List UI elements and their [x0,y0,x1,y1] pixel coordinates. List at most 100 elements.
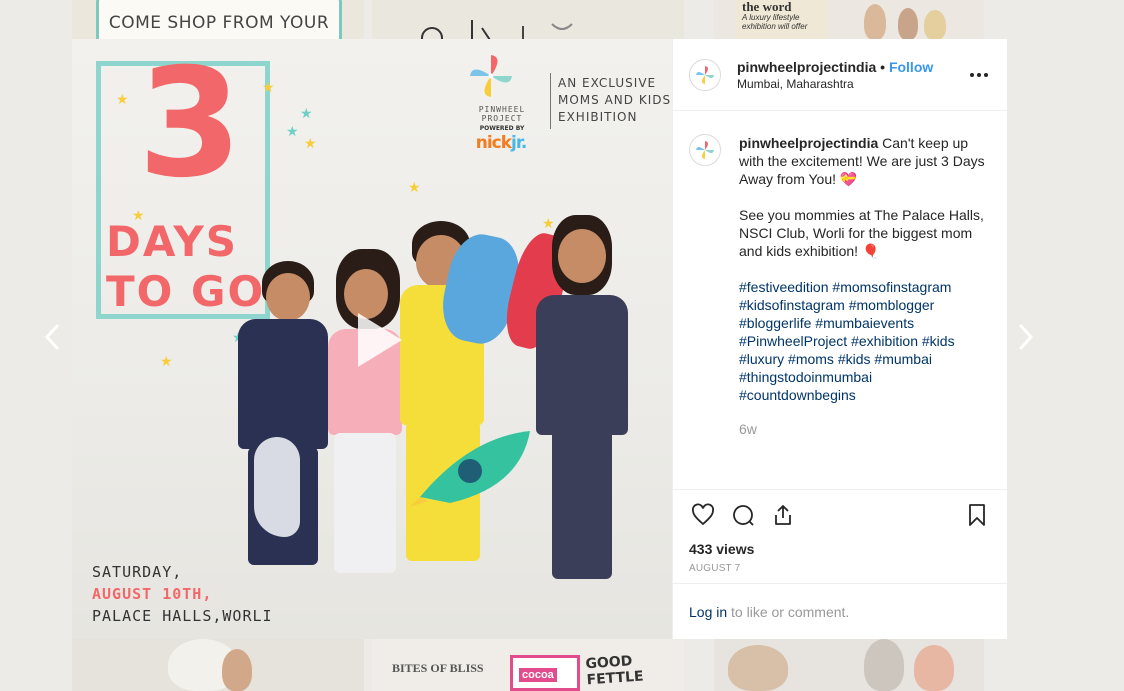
share-icon [775,505,791,525]
caption-section: pinwheelprojectindia Can't keep up with … [673,112,1007,489]
decorative-star: ★ [304,135,317,151]
background-figure [864,639,904,691]
time-ago[interactable]: 6w [739,420,991,438]
background-sign-text: COME SHOP FROM YOUR [96,0,342,40]
background-badge: cocoa [510,655,580,691]
login-suffix: to like or comment. [727,603,850,620]
hashtag-link[interactable]: #momblogger [849,297,935,313]
background-figure [914,645,954,691]
post-header: pinwheelprojectindia • Follow Mumbai, Ma… [673,39,1007,111]
header-username-row: pinwheelprojectindia • Follow [737,58,967,76]
chevron-left-icon [44,324,59,350]
event-day: SATURDAY, [92,563,183,581]
background-figure [898,8,918,40]
hashtag-link[interactable]: #momsofinstagram [832,279,951,295]
heart-icon [692,503,714,526]
decorative-star: ★ [262,79,275,95]
hashtag-list: #festiveedition #momsofinstagram #kidsof… [739,278,991,404]
background-post-thumbnail[interactable] [372,0,684,40]
login-prompt: Log in to like or comment. [673,583,1007,639]
share-button[interactable] [769,501,797,529]
post-details-panel: pinwheelprojectindia • Follow Mumbai, Ma… [672,39,1007,639]
decorative-star: ★ [408,179,421,195]
background-figure [864,4,886,40]
decorative-star: ★ [300,105,313,121]
separator-dot: • [880,58,886,75]
comment-button[interactable] [729,501,757,529]
countdown-number: 3 [137,39,243,211]
powered-by-label: POWERED BY [479,125,525,132]
post-date[interactable]: AUGUST 7 [689,563,991,574]
sponsor-logo: nickjr. [475,133,528,153]
hashtag-link[interactable]: #thingstodoinmumbai [739,369,872,385]
pinwheel-avatar-icon [696,65,714,84]
bookmark-icon [969,504,985,526]
event-details: SATURDAY, AUGUST 10TH, PALACE HALLS,WORL… [92,561,273,627]
chevron-right-icon [1019,324,1034,350]
background-figure [728,645,788,691]
hashtag-link[interactable]: #bloggerlife [739,315,811,331]
event-venue: PALACE HALLS,WORLI [92,607,273,625]
decorative-star: ★ [116,91,129,107]
decorative-star: ★ [132,207,145,223]
child-figure [522,215,632,579]
save-button[interactable] [963,501,991,529]
post-actions: 433 views AUGUST 7 [673,489,1007,583]
background-post-thumbnail[interactable]: COME SHOP FROM YOUR [72,0,364,40]
brand-logo-block: PINWHEEL PROJECT AN EXCLUSIVE MOMS AND K… [462,53,670,173]
background-artwork [421,20,573,40]
hashtag-link[interactable]: #moms [788,351,834,367]
pinwheel-avatar-icon [696,141,714,159]
brand-divider [550,73,551,129]
decorative-star: ★ [160,353,173,369]
hashtag-link[interactable]: #PinwheelProject [739,333,847,349]
action-bar [689,490,991,540]
play-icon[interactable] [340,305,410,375]
username-link[interactable]: pinwheelprojectindia [737,59,876,75]
more-options-icon[interactable] [967,63,991,87]
hashtag-link[interactable]: #mumbaievents [815,315,914,331]
avatar[interactable] [689,58,721,91]
follow-button[interactable]: Follow [889,59,933,75]
location-link[interactable]: Mumbai, Maharashtra [737,76,967,92]
post-media-video[interactable]: 3 DAYS TO GO ★ ★ ★ ★ ★ ★ ★ ★ ★ ★ ★ ★ PIN… [72,39,672,639]
caption-username[interactable]: pinwheelprojectindia [739,135,878,151]
hashtag-link[interactable]: #festiveedition [739,279,829,295]
hashtag-link[interactable]: #countdownbegins [739,387,856,403]
background-figure [924,10,946,40]
like-button[interactable] [689,501,717,529]
hashtag-link[interactable]: #luxury [739,351,784,367]
hashtag-link[interactable]: #kids [922,333,955,349]
hashtag-link[interactable]: #exhibition [851,333,918,349]
background-magazine-headline: the word [742,0,792,14]
post-modal: 3 DAYS TO GO ★ ★ ★ ★ ★ ★ ★ ★ ★ ★ ★ ★ PIN… [72,39,1007,639]
decorative-star: ★ [286,123,299,139]
brand-tagline: AN EXCLUSIVE MOMS AND KIDS EXHIBITION [558,76,672,124]
previous-post-button[interactable] [36,322,68,354]
view-count[interactable]: 433 views [689,540,991,558]
avatar[interactable] [689,134,721,166]
brand-name: PINWHEEL PROJECT [478,105,526,123]
login-link[interactable]: Log in [689,604,727,620]
caption-text-2: See you mommies at The Palace Halls, NSC… [739,207,984,259]
background-magazine-card: the word A luxury lifestyle exhibition w… [736,0,828,40]
post-header-text: pinwheelprojectindia • Follow Mumbai, Ma… [737,58,967,92]
event-date: AUGUST 10TH, [92,585,213,603]
hashtag-link[interactable]: #kidsofinstagram [739,297,845,313]
hashtag-link[interactable]: #mumbai [874,351,932,367]
countdown-line-1: DAYS [106,217,239,266]
background-post-thumbnail[interactable]: the word A luxury lifestyle exhibition w… [714,0,984,40]
background-post-thumbnail[interactable] [72,639,364,691]
rocket-illustration [410,431,530,507]
caption-body: pinwheelprojectindia Can't keep up with … [739,134,991,489]
background-post-thumbnail[interactable] [714,639,984,691]
background-figure [222,649,252,691]
pinwheel-logo-icon [470,55,512,97]
hashtag-link[interactable]: #kids [838,351,871,367]
background-tile-text: GOOD FETTLE [585,653,645,689]
comment-icon [733,505,754,526]
background-post-thumbnail[interactable]: BITES OF BLISS cocoa GOOD FETTLE [372,639,684,691]
next-post-button[interactable] [1010,322,1042,354]
background-brand-text: BITES OF BLISS [392,661,484,675]
background-magazine-sub: A luxury lifestyle exhibition will offer [742,13,808,31]
